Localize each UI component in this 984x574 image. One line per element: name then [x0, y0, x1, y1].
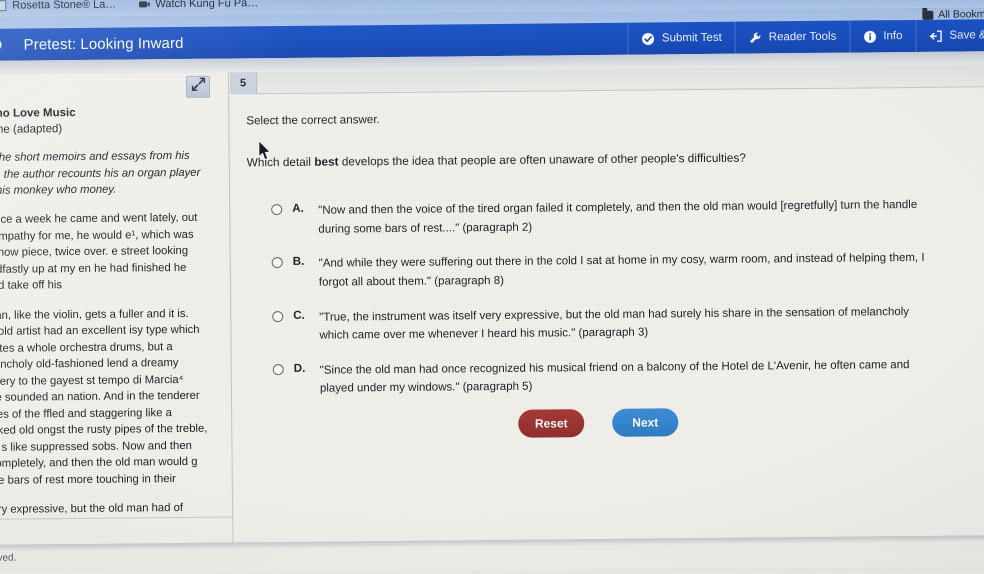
passage-paragraph-2: -organ, like the violin, gets a fuller a… [0, 307, 208, 487]
passage-paragraph-1: r. Twice a week he came and went lately,… [0, 212, 198, 293]
answer-option-d[interactable]: D. "Since the old man had once recognize… [272, 355, 973, 399]
app-logo-dot-icon [0, 38, 2, 51]
page-title: Pretest: Looking Inward [23, 34, 184, 54]
save-and-exit-label: Save & [949, 29, 984, 42]
question-body: Select the correct answer. Which detail … [230, 87, 984, 542]
passage-author: Munthe (adapted) [0, 122, 63, 136]
browser-tab-1[interactable]: Watch Kung Fu Pa… [126, 0, 268, 16]
next-button[interactable]: Next [612, 408, 679, 437]
option-letter-b: B. [292, 255, 305, 269]
question-stem-part-1: Which detail [246, 154, 315, 170]
page-icon [0, 0, 7, 12]
answer-options: A. "Now and then the voice of the tired … [271, 195, 973, 415]
option-text-d: "Since the old man had once recognized h… [319, 358, 910, 396]
folder-icon [922, 10, 934, 20]
video-icon [138, 0, 150, 10]
question-pane: 5 Select the correct answer. Which detai… [229, 65, 984, 543]
next-button-label: Next [632, 415, 659, 430]
bookmark-star-icon[interactable] [937, 0, 949, 2]
wrench-icon [749, 31, 762, 44]
question-number-label: 5 [239, 77, 247, 90]
extensions-puzzle-icon[interactable] [960, 0, 972, 2]
question-number-tab[interactable]: 5 [229, 72, 258, 95]
exit-arrow-icon [929, 29, 942, 42]
option-text-a: "Now and then the voice of the tired org… [318, 198, 918, 236]
option-letter-a: A. [292, 201, 304, 215]
expand-passage-button[interactable] [185, 75, 211, 98]
question-actions: Reset Next [518, 408, 679, 438]
reader-tools-button[interactable]: Reader Tools [734, 20, 850, 54]
check-circle-icon [642, 32, 655, 45]
reset-button-label: Reset [534, 416, 568, 431]
passage-paragraph-3: lf very expressive, but the old man had … [0, 502, 184, 517]
passage-pane: e Who Love Music Munthe (adapted) e of t… [0, 72, 234, 545]
passage-intro: e of the short memoirs and essays from h… [0, 149, 201, 197]
question-instruction: Select the correct answer. [246, 113, 380, 128]
question-stem-emphasis: best [314, 154, 339, 169]
browser-tab-0[interactable]: Rosetta Stone® La… [0, 0, 126, 17]
app-menu-icon[interactable] [0, 29, 6, 61]
header-actions: Submit Test Reader Tools Info Save & [627, 19, 984, 55]
answer-option-a[interactable]: A. "Now and then the voice of the tired … [271, 195, 971, 239]
radio-button-b[interactable] [271, 257, 283, 269]
screen-photo: Rosetta Stone® La… Watch Kung Fu Pa… …BZ… [0, 0, 984, 574]
submit-test-button[interactable]: Submit Test [627, 21, 735, 55]
option-letter-d: D. [293, 361, 306, 375]
info-circle-icon [863, 30, 876, 43]
work-area: e Who Love Music Munthe (adapted) e of t… [0, 65, 984, 545]
submit-test-label: Submit Test [661, 31, 722, 45]
copyright-text: erved. [0, 552, 17, 564]
radio-button-a[interactable] [271, 204, 283, 216]
save-and-exit-button[interactable]: Save & [915, 19, 984, 52]
browser-tab-label: Rosetta Stone® La… [12, 0, 117, 12]
answer-option-b[interactable]: B. "And while they were suffering out th… [271, 249, 972, 293]
radio-button-d[interactable] [272, 363, 284, 375]
passage-text[interactable]: e Who Love Music Munthe (adapted) e of t… [0, 105, 219, 517]
option-text-b: "And while they were suffering out there… [318, 252, 925, 289]
passage-footer [0, 516, 234, 545]
option-letter-c: C. [293, 308, 305, 322]
mouse-cursor [258, 140, 272, 166]
radio-button-c[interactable] [272, 310, 284, 322]
question-stem-part-2: develops the idea that people are often … [338, 150, 746, 169]
info-label: Info [883, 30, 903, 43]
question-stem: Which detail best develops the idea that… [247, 148, 947, 171]
expand-diagonal-icon [190, 77, 205, 97]
share-icon[interactable] [914, 0, 926, 2]
answer-option-c[interactable]: C. "True, the instrument was itself very… [272, 302, 972, 346]
reset-button[interactable]: Reset [518, 409, 585, 438]
browser-tab-label: Watch Kung Fu Pa… [155, 0, 259, 11]
reader-tools-label: Reader Tools [768, 30, 837, 44]
option-text-c: "True, the instrument was itself very ex… [319, 305, 910, 342]
info-button[interactable]: Info [849, 19, 916, 53]
